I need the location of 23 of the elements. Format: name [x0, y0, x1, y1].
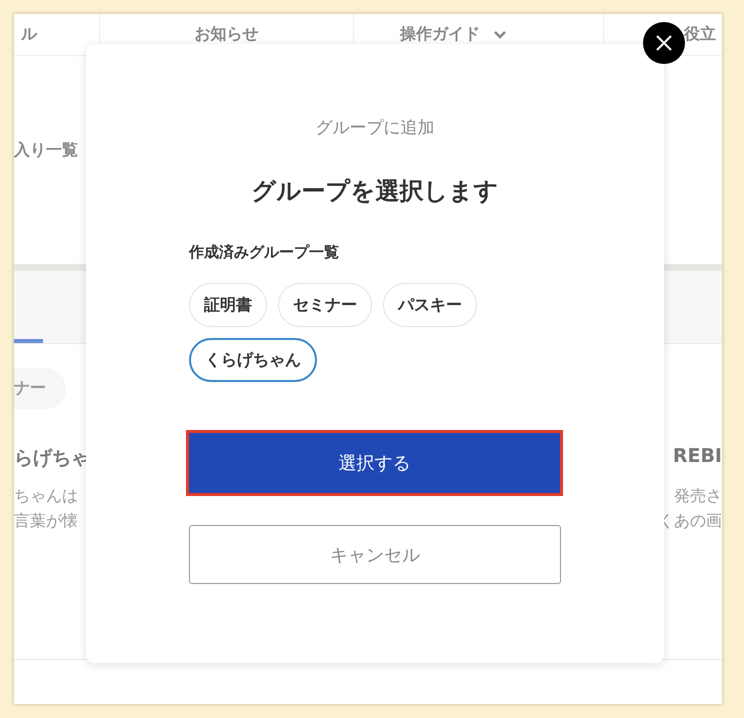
nav-link[interactable]: 役立	[684, 24, 716, 45]
group-chip[interactable]: くらげちゃん	[189, 338, 317, 382]
dialog-title: グループを選択します	[250, 176, 500, 207]
card-text: 発売さ	[673, 485, 722, 507]
select-button[interactable]: 選択する	[189, 433, 560, 493]
filter-chip[interactable]: ナー	[14, 368, 66, 409]
dialog-subtitle: グループに追加	[314, 117, 436, 139]
section-label: 作成済みグループ一覧	[189, 243, 340, 262]
nav-link[interactable]: 操作ガイド	[400, 24, 480, 45]
section-heading: 入り一覧	[14, 140, 78, 161]
close-button[interactable]	[643, 22, 685, 64]
card-title: REBI	[672, 445, 722, 469]
group-chip[interactable]: セミナー	[278, 283, 372, 327]
card-text: ちゃんは	[14, 485, 78, 507]
cancel-button[interactable]: キャンセル	[189, 525, 561, 584]
active-tab-indicator	[14, 339, 43, 343]
chevron-down-icon[interactable]	[494, 30, 506, 38]
group-chip[interactable]: 証明書	[189, 283, 267, 327]
nav-link[interactable]: ル	[21, 24, 37, 45]
nav-link[interactable]: お知らせ	[194, 24, 258, 45]
card-text: 言葉が懐	[14, 510, 78, 532]
close-icon	[656, 35, 672, 51]
group-chip[interactable]: パスキー	[383, 283, 477, 327]
